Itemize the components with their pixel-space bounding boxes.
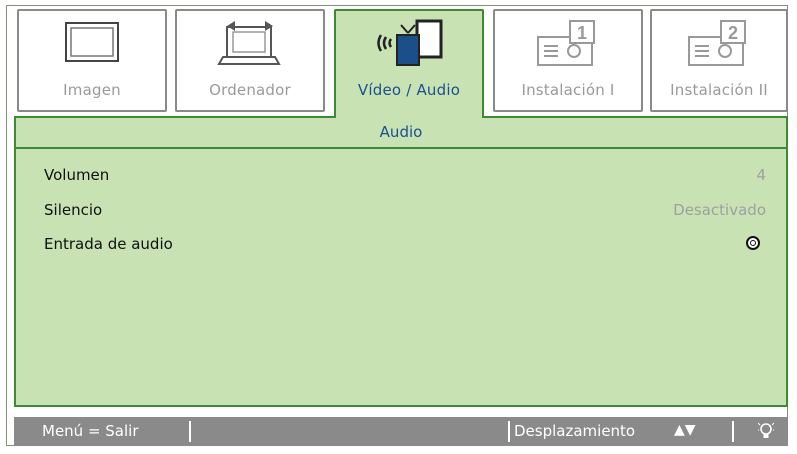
- tab-label: Instalación I: [521, 81, 615, 99]
- projector-2-icon: 2: [681, 17, 757, 77]
- navigate-hint: Desplazamiento: [514, 422, 636, 440]
- monitor-icon: [62, 17, 122, 69]
- tab-label: Instalación II: [670, 81, 768, 99]
- tab-ordenador[interactable]: Ordenador: [175, 9, 325, 112]
- laptop-icon: [215, 17, 285, 73]
- audio-panel: Audio Volumen 4 Silencio Desactivado Ent…: [14, 116, 788, 407]
- row-value: 4: [756, 166, 766, 184]
- projector-1-icon: 1: [530, 17, 606, 77]
- svg-text:1: 1: [577, 23, 587, 43]
- divider: [189, 421, 191, 442]
- tab-label: Vídeo / Audio: [357, 81, 461, 99]
- tab-imagen[interactable]: Imagen: [17, 9, 167, 112]
- arrows-icon: ▲▼: [674, 422, 696, 438]
- tab-instalacion-2[interactable]: 2 Instalación II: [650, 9, 788, 112]
- tab-label: Ordenador: [209, 81, 291, 99]
- lightbulb-icon: [757, 422, 775, 446]
- exit-hint: Menú = Salir: [42, 422, 139, 440]
- row-label: Silencio: [44, 201, 103, 219]
- select-radio-icon[interactable]: [746, 236, 760, 250]
- tab-label: Imagen: [63, 81, 121, 99]
- menu-row-silencio[interactable]: Silencio Desactivado: [44, 201, 766, 227]
- video-audio-icon: [371, 17, 447, 77]
- menu-row-entrada-de-audio[interactable]: Entrada de audio: [44, 235, 766, 261]
- tab-instalacion-1[interactable]: 1 Instalación I: [493, 9, 643, 112]
- svg-text:2: 2: [728, 23, 738, 43]
- divider: [508, 421, 510, 442]
- row-value: Desactivado: [673, 201, 766, 219]
- footer-bar: Menú = Salir Desplazamiento ▲▼: [14, 417, 788, 446]
- row-label: Entrada de audio: [44, 235, 173, 253]
- row-label: Volumen: [44, 166, 110, 184]
- tab-video-audio[interactable]: Vídeo / Audio: [334, 9, 484, 118]
- divider: [732, 421, 734, 442]
- panel-title: Audio: [16, 118, 786, 149]
- menu-row-volumen[interactable]: Volumen 4: [44, 166, 766, 192]
